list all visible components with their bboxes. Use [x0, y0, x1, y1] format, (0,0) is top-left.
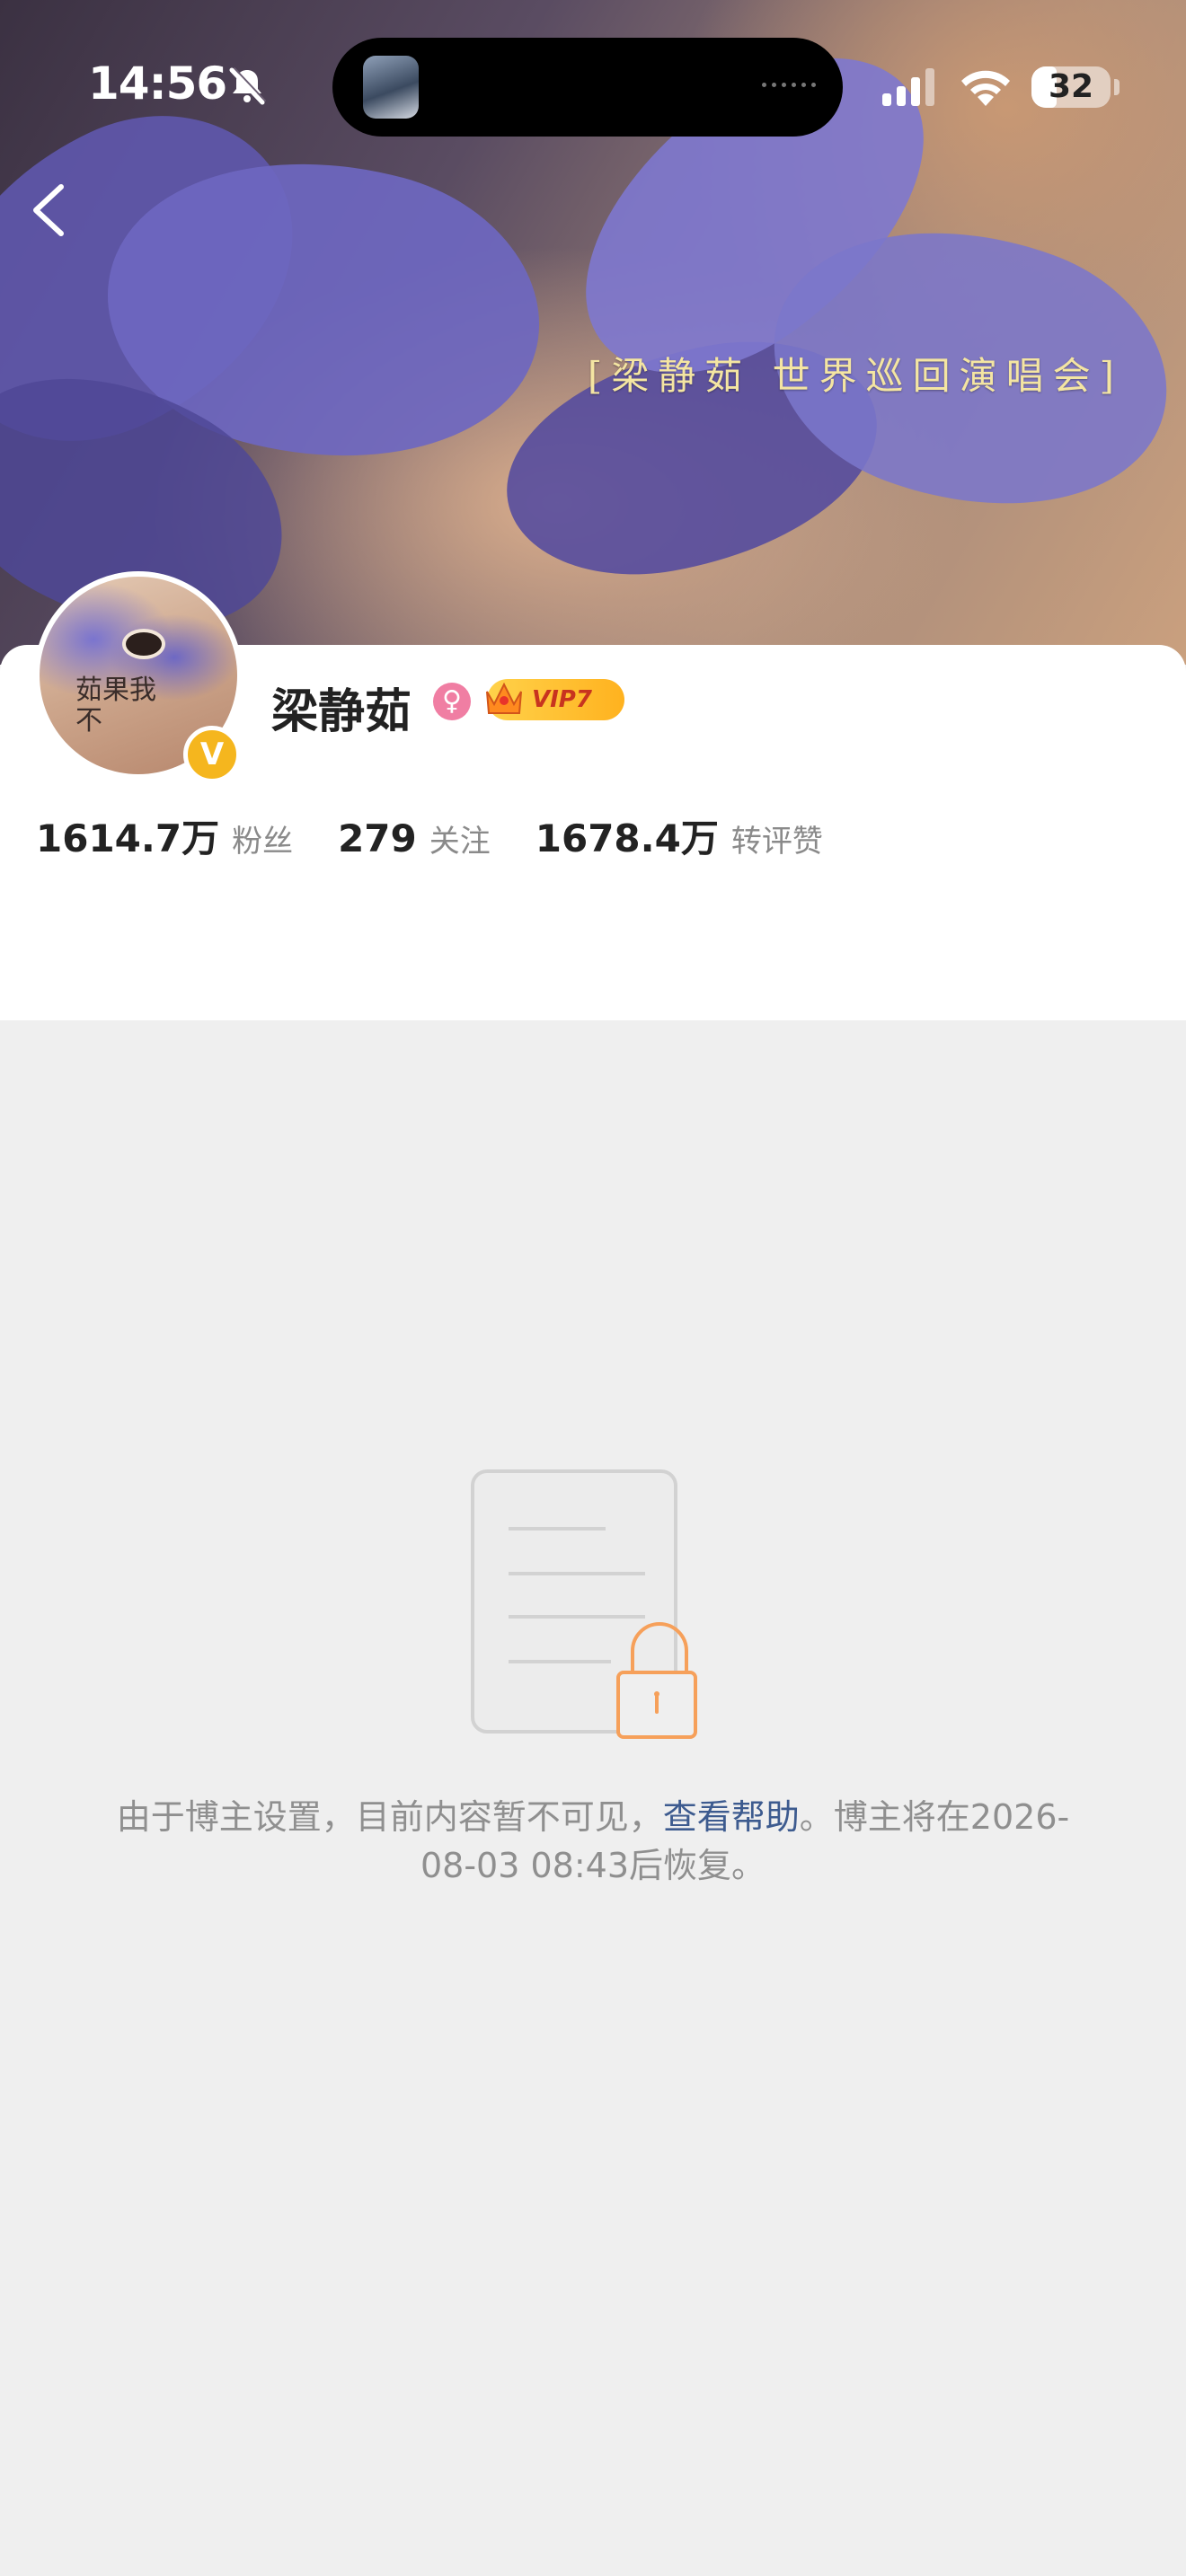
audio-wave-icon [762, 83, 816, 87]
dynamic-island[interactable] [332, 38, 843, 137]
profile-name: 梁静茹 [271, 685, 412, 739]
wifi-icon [961, 70, 1010, 106]
stat-label: 关注 [429, 824, 491, 860]
stat-value: 279 [338, 816, 417, 860]
now-playing-artwork[interactable] [363, 56, 419, 119]
vip-label: VIP7 [532, 686, 592, 713]
stat-label: 转评赞 [730, 824, 823, 860]
battery-icon: 32 [1031, 66, 1111, 108]
crown-icon [486, 682, 522, 714]
female-gender-icon: ♀ [433, 683, 471, 720]
stat-value: 1614.7万 [36, 816, 220, 860]
locked-document-icon [471, 1469, 697, 1739]
banner-caption: [梁静茹 世界巡回演唱会] [587, 354, 1123, 398]
stat-engagement[interactable]: 1678.4万 转评赞 [535, 808, 823, 863]
stat-following[interactable]: 279 关注 [338, 816, 491, 860]
view-help-link[interactable]: 查看帮助 [663, 1797, 800, 1837]
avatar-text: 茹果我不 [75, 675, 156, 737]
notice-text: 由于博主设置，目前内容暂不可见， [116, 1797, 663, 1837]
profile-stats: 1614.7万 粉丝 279 关注 1678.4万 转评赞 [36, 808, 868, 863]
battery-percentage: 32 [1048, 68, 1094, 105]
status-time: 14:56 [88, 57, 227, 110]
bell-slash-icon [229, 67, 266, 105]
stat-value: 1678.4万 [535, 816, 719, 860]
stat-followers[interactable]: 1614.7万 粉丝 [36, 808, 293, 863]
back-arrow-icon[interactable] [22, 176, 75, 244]
battery-terminal [1114, 79, 1120, 95]
verified-badge-icon: V [183, 726, 241, 783]
avatar-eye-detail [122, 629, 165, 659]
stat-label: 粉丝 [232, 824, 294, 860]
content-hidden-notice: 由于博主设置，目前内容暂不可见，查看帮助。博主将在2026-08-03 08:4… [90, 1793, 1096, 1890]
vip-badge[interactable]: VIP7 [486, 679, 624, 720]
cellular-signal-icon [882, 68, 934, 106]
